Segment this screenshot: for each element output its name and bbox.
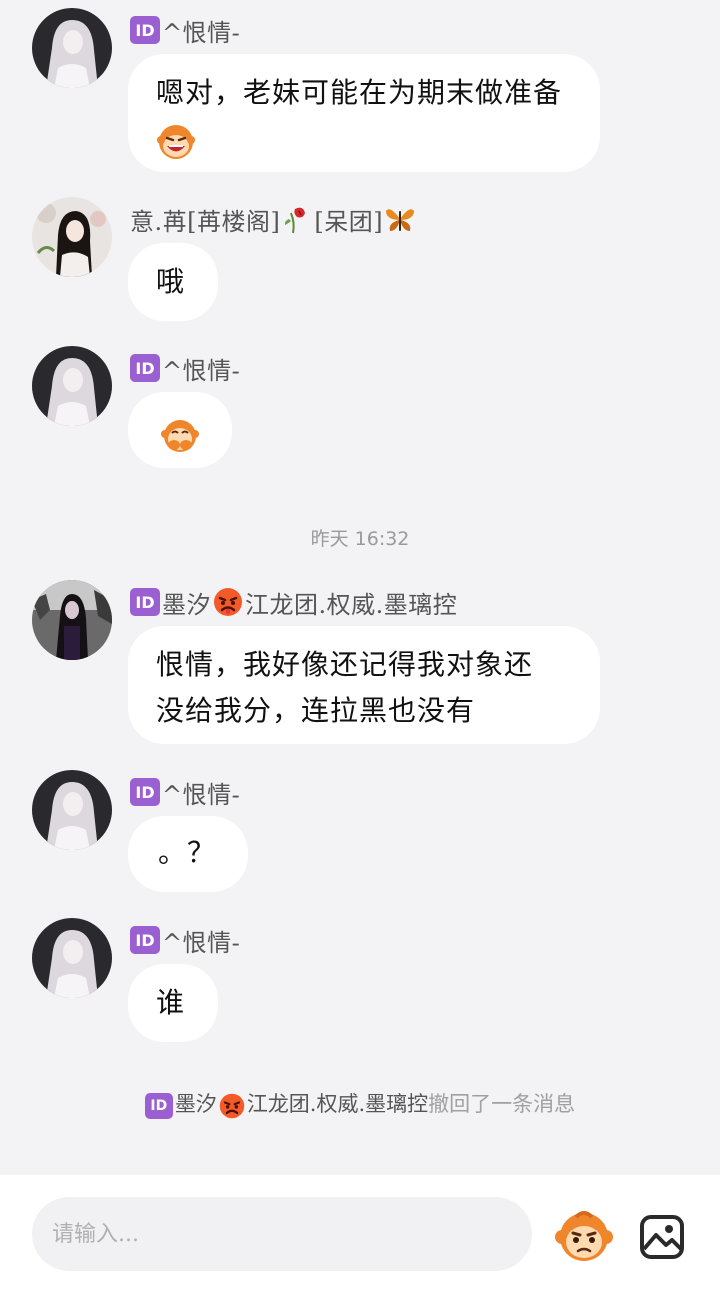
laughing-monkey-emoji-icon	[156, 121, 196, 161]
covering-mouth-monkey-emoji-icon	[160, 415, 200, 455]
timestamp-time: 16:32	[354, 528, 410, 550]
angry-red-face-icon	[218, 1092, 246, 1120]
message-bubble[interactable]: 谁	[128, 964, 218, 1042]
avatar[interactable]	[32, 918, 112, 998]
avatar[interactable]	[32, 770, 112, 850]
angry-red-face-icon	[212, 586, 244, 618]
avatar[interactable]	[32, 346, 112, 426]
message-text-line: 恨情，我好像还记得我对象还	[156, 648, 534, 681]
sender-name-row: ID ^恨情-	[130, 14, 241, 47]
message-bubble[interactable]: 恨情，我好像还记得我对象还 没给我分，连拉黑也没有	[128, 626, 600, 744]
message-text-line: 没给我分，连拉黑也没有	[156, 694, 476, 727]
message-bubble[interactable]: 。？	[128, 816, 248, 892]
sender-name: ^恨情-	[162, 356, 241, 385]
id-badge-icon: ID	[130, 926, 160, 954]
message-text: 哦	[156, 265, 186, 298]
timestamp-divider: 昨天 16:32	[0, 524, 720, 551]
sender-name-row: 意.苒[苒楼阁] [呆团]	[130, 203, 417, 236]
sender-name: 墨汐	[162, 590, 211, 619]
message-text: 嗯对，老妹可能在为期末做准备	[156, 76, 563, 109]
id-badge-icon: ID	[144, 1092, 173, 1119]
avatar[interactable]	[32, 580, 112, 660]
sender-name: ^恨情-	[162, 780, 241, 809]
message-input[interactable]	[32, 1197, 532, 1271]
sender-name-row: ID ^恨情-	[130, 924, 241, 957]
message-composer	[0, 1175, 720, 1296]
message-text: 谁	[156, 986, 186, 1019]
message-bubble[interactable]: 嗯对，老妹可能在为期末做准备	[128, 54, 600, 172]
avatar[interactable]	[32, 197, 112, 277]
id-badge-icon: ID	[130, 778, 160, 806]
sender-name-row: ID ^恨情-	[130, 352, 241, 385]
wilted-rose-icon	[281, 203, 313, 235]
sender-name: 意.苒[苒楼阁]	[130, 207, 281, 236]
sender-name-tag: [呆团]	[314, 207, 384, 236]
sender-name-row: ID ^恨情-	[130, 776, 241, 809]
monkey-emoji-picker-icon[interactable]	[554, 1209, 614, 1265]
message-text: 。？	[158, 836, 217, 869]
message-bubble[interactable]	[128, 392, 232, 468]
sender-name: ^恨情-	[162, 18, 241, 47]
id-badge-icon: ID	[130, 16, 160, 44]
recall-notice: ID 墨汐 江龙团.权威.墨璃控撤回了一条消息	[0, 1088, 720, 1120]
id-badge-icon: ID	[130, 354, 160, 382]
butterfly-icon	[384, 203, 416, 235]
recall-sender: 墨汐	[174, 1092, 217, 1116]
chat-feed[interactable]: ID ^恨情- 嗯对，老妹可能在为期末做准备 意.苒[苒楼阁] [呆团] 哦 I…	[0, 0, 720, 1175]
recall-action: 撤回了一条消息	[428, 1092, 576, 1116]
sender-name: ^恨情-	[162, 928, 241, 957]
timestamp-day: 昨天	[310, 528, 349, 550]
message-bubble[interactable]: 哦	[128, 243, 218, 321]
recall-sender-tag: 江龙团.权威.墨璃控	[246, 1092, 429, 1116]
avatar[interactable]	[32, 8, 112, 88]
image-icon[interactable]	[638, 1213, 686, 1261]
sender-name-tag: 江龙团.权威.墨璃控	[245, 590, 458, 619]
sender-name-row: ID 墨汐 江龙团.权威.墨璃控	[130, 586, 458, 619]
id-badge-icon: ID	[130, 588, 160, 616]
